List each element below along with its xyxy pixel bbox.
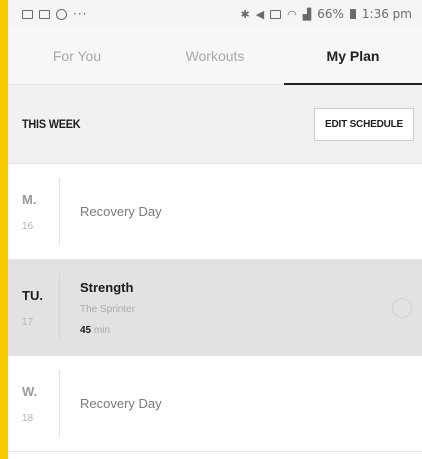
- day-abbr: W.: [22, 383, 38, 399]
- tab-my-plan[interactable]: My Plan: [284, 28, 422, 85]
- status-bar: ··· ✱ ◀ ◠ ▟ 66% 1:36 pm: [8, 0, 422, 28]
- day-number: 17: [22, 316, 34, 328]
- gallery-icon: [22, 9, 33, 19]
- battery-icon: [349, 9, 356, 19]
- day-row-monday[interactable]: M. 16 Recovery Day: [8, 164, 422, 260]
- nfc-icon: [270, 9, 282, 19]
- tab-bar: For You Workouts My Plan: [8, 28, 422, 85]
- recovery-day-label: Recovery Day: [80, 396, 162, 411]
- day-label: M. 16: [8, 178, 60, 245]
- week-title: THIS WEEK: [22, 117, 81, 131]
- tab-for-you[interactable]: For You: [8, 28, 146, 84]
- day-label: W. 18: [8, 370, 60, 437]
- tab-workouts[interactable]: Workouts: [146, 28, 284, 84]
- day-content: Strength The Sprinter 45 min: [60, 260, 422, 355]
- chrome-icon: [56, 8, 67, 20]
- duration-unit: min: [93, 324, 111, 336]
- duration-value: 45: [80, 324, 92, 336]
- edit-schedule-button[interactable]: EDIT SCHEDULE: [314, 107, 414, 141]
- week-header: THIS WEEK EDIT SCHEDULE: [8, 85, 422, 164]
- recovery-day-label: Recovery Day: [80, 204, 162, 219]
- workout-title: Strength: [80, 279, 134, 295]
- app-screen: ··· ✱ ◀ ◠ ▟ 66% 1:36 pm For You Workouts…: [8, 0, 422, 459]
- workout-subtitle: The Sprinter: [80, 303, 136, 315]
- wifi-icon: ◠: [287, 7, 297, 21]
- day-number: 16: [22, 220, 34, 232]
- day-abbr: TU.: [22, 287, 43, 303]
- signal-icon: ▟: [302, 7, 312, 21]
- completion-circle-icon[interactable]: [392, 297, 412, 318]
- battery-percent: 66%: [317, 7, 344, 21]
- mute-icon: ◀: [255, 7, 265, 21]
- day-row-tuesday[interactable]: TU. 17 Strength The Sprinter 45 min: [8, 260, 422, 356]
- status-right: ✱ ◀ ◠ ▟ 66% 1:36 pm: [240, 7, 412, 21]
- clock-time: 1:36 pm: [361, 7, 412, 21]
- calendar-icon: [39, 9, 50, 19]
- day-content: Recovery Day: [60, 164, 422, 259]
- notification-dots: ···: [73, 7, 88, 21]
- day-number: 18: [22, 412, 34, 424]
- day-abbr: M.: [22, 191, 37, 207]
- status-left: ···: [22, 7, 87, 21]
- workout-duration: 45 min: [80, 325, 422, 336]
- day-content: Recovery Day: [60, 356, 422, 451]
- day-row-wednesday[interactable]: W. 18 Recovery Day: [8, 356, 422, 452]
- bluetooth-icon: ✱: [240, 7, 250, 21]
- day-label: TU. 17: [8, 274, 60, 341]
